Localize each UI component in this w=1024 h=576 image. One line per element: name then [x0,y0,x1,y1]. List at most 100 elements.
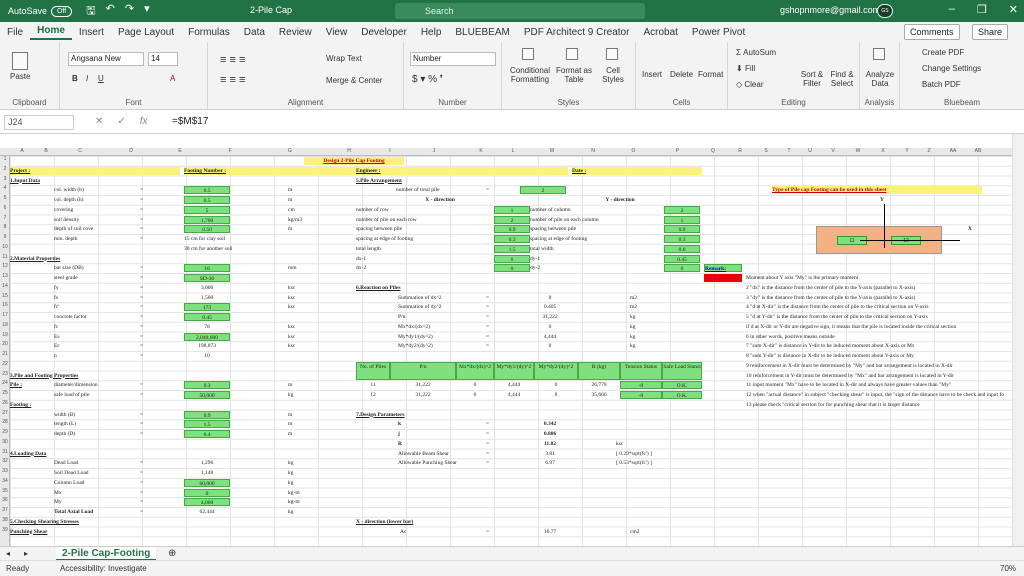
cell[interactable]: SD-30 [184,274,230,282]
column-header[interactable]: F [200,148,260,154]
cell[interactable]: 4,444 [530,333,570,341]
cell[interactable]: Ac [400,528,406,536]
cell[interactable]: 31,222 [390,391,456,399]
enter-icon[interactable]: ✓ [117,116,125,127]
row-header[interactable]: 1 [0,156,10,162]
cell[interactable]: 4.Loading Data [10,450,46,458]
cell[interactable]: Mx [54,489,62,497]
zoom-level[interactable]: 70% [1000,564,1016,573]
cell[interactable]: ksc [288,333,295,341]
row-header[interactable]: 4 [0,185,10,191]
cell[interactable]: 5 [184,205,230,214]
cell[interactable] [270,166,356,175]
cell[interactable]: 6.Reaction on Piles [356,284,400,292]
row-header[interactable]: 15 [0,293,10,299]
cell[interactable]: 10 reinforcement in Y-dir must be determ… [746,372,954,380]
row-header[interactable]: 18 [0,322,10,328]
cell[interactable]: bar size (DB) [54,264,84,272]
cell[interactable]: Remark: [704,264,742,273]
cell[interactable]: 2 "dx" is the distance from the center o… [746,284,915,292]
font-name-select[interactable]: Angsana New [68,52,144,66]
cell[interactable]: fy [54,284,59,292]
cell[interactable]: 0.4 [184,430,230,438]
column-header[interactable]: G [260,148,320,154]
row-header[interactable]: 19 [0,332,10,338]
cell[interactable]: = [486,313,489,321]
align-top-icon[interactable]: ≡ ≡ ≡ [220,54,245,66]
cell[interactable]: = [140,459,143,467]
cell[interactable]: number of row [356,206,389,214]
row-header[interactable]: 28 [0,419,10,425]
cell[interactable]: 10 [184,352,230,360]
document-title[interactable]: 2-Pile Cap [250,5,292,15]
cell[interactable] [612,166,702,175]
format-table-icon[interactable] [566,48,578,60]
cell[interactable]: P/n [390,361,456,380]
cell[interactable] [408,166,568,175]
row-header[interactable]: 39 [0,527,10,533]
column-header[interactable]: P [655,148,700,154]
cell[interactable]: m [288,186,292,194]
cell[interactable]: kg [630,342,636,350]
cell[interactable]: 13 please check "critical section for fo… [746,401,920,409]
column-header[interactable]: D [102,148,160,154]
cell[interactable]: depth (D) [54,430,75,438]
cell[interactable]: spacing at edge of footing [356,235,413,243]
cell[interactable]: 0 [530,342,570,350]
sheet-next-icon[interactable]: ▸ [24,549,28,558]
cell[interactable]: X - direction [400,196,480,204]
cell[interactable]: Summation of dy^2 [398,303,442,311]
cell[interactable]: 11 input moment "Mx" have to be located … [746,381,951,389]
cell[interactable]: Mx*dx/(dx)^2 [456,361,494,380]
row-header[interactable]: 3 [0,176,10,182]
row-header[interactable]: 6 [0,205,10,211]
cell[interactable]: 2,040,000 [184,332,230,341]
cell[interactable]: kg [288,391,294,399]
column-header[interactable]: H [320,148,378,154]
accessibility-status[interactable]: Accessibility: Investigate [60,564,147,573]
tab-insert[interactable]: Insert [72,27,111,38]
cell[interactable]: = [486,459,489,467]
cell[interactable]: 0 [534,381,578,389]
cell[interactable]: X [968,225,972,233]
cell[interactable]: spacing at edge of footing [530,235,587,243]
column-header[interactable]: I [378,148,402,154]
cell[interactable]: dy-1 [530,255,540,263]
undo-icon[interactable]: ↶ [106,2,115,21]
cell[interactable]: Moment about Y axis "My" is the primary … [746,274,858,282]
cell[interactable]: Footing : [10,401,31,409]
cell[interactable]: total length [356,245,381,253]
row-header[interactable]: 37 [0,507,10,513]
cell[interactable]: 4,444 [494,391,534,399]
cell[interactable]: = [140,342,143,350]
row-header[interactable]: 11 [0,254,10,260]
cell[interactable]: ksc [288,342,295,350]
cell[interactable]: 3,000 [184,284,230,292]
tab-bluebeam[interactable]: BLUEBEAM [448,27,516,38]
formula-input[interactable]: =$M$17 [172,116,208,127]
cell[interactable]: 6.97 [530,459,570,467]
cell[interactable]: Design 2-Pile Cap Footing [304,157,404,165]
cell[interactable]: kg [288,469,294,477]
cell-styles-icon[interactable] [606,48,618,60]
column-header[interactable]: B [34,148,58,154]
cell[interactable]: 16 [184,264,230,273]
tab-page-layout[interactable]: Page Layout [111,27,181,38]
row-header[interactable]: 8 [0,224,10,230]
cell[interactable]: 7 "sum X-dir" is distance in Y-dir to be… [746,342,915,350]
cell[interactable]: 0 [664,264,700,273]
vertical-scrollbar[interactable] [1012,134,1024,546]
column-header[interactable]: L [496,148,530,154]
cell[interactable]: = [140,479,143,487]
row-header[interactable]: 16 [0,302,10,308]
column-header[interactable]: T [778,148,800,154]
number-format-select[interactable]: Number [410,52,496,66]
font-size-select[interactable]: 14 [148,52,178,66]
cell[interactable]: 0.5 [184,196,230,204]
cell[interactable]: My*dy2/(dy^2) [398,342,433,350]
cell[interactable]: m [288,411,292,419]
cell[interactable]: O.K. [662,391,702,399]
cell[interactable]: = [140,225,143,233]
cell[interactable]: 173 [184,303,230,312]
find-select-button[interactable]: Find & Select [826,70,858,88]
